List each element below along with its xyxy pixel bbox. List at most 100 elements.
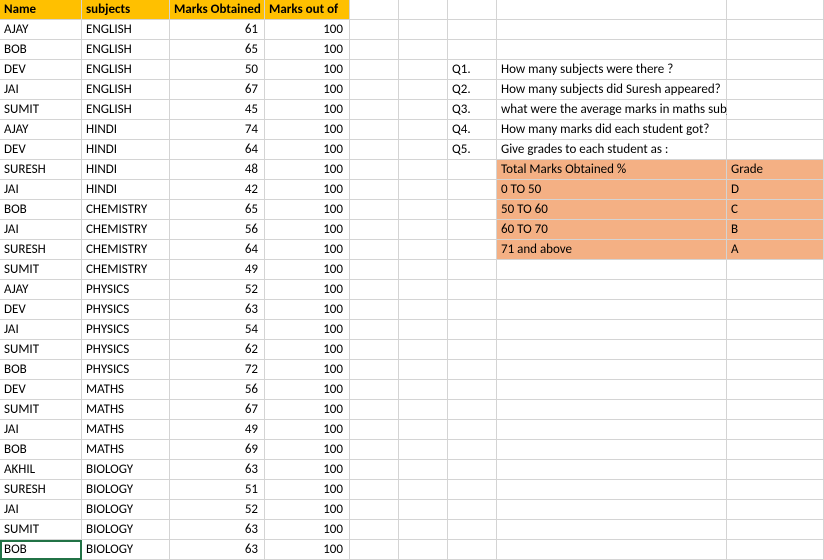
cell[interactable] <box>727 40 824 60</box>
cell[interactable]: AJAY <box>0 120 82 140</box>
cell[interactable] <box>497 400 727 420</box>
cell[interactable] <box>350 20 399 40</box>
cell[interactable] <box>350 480 399 500</box>
cell[interactable] <box>350 240 399 260</box>
cell[interactable] <box>350 160 399 180</box>
cell[interactable]: B <box>727 220 824 240</box>
cell[interactable] <box>727 420 824 440</box>
cell[interactable] <box>448 540 497 560</box>
cell[interactable] <box>399 140 448 160</box>
cell[interactable]: Q2. <box>448 80 497 100</box>
cell[interactable]: CHEMISTRY <box>82 240 170 260</box>
cell[interactable]: 45 <box>170 100 265 120</box>
cell[interactable] <box>448 320 497 340</box>
cell[interactable] <box>350 260 399 280</box>
cell[interactable]: 100 <box>265 280 350 300</box>
cell[interactable] <box>497 360 727 380</box>
spreadsheet-grid[interactable]: NamesubjectsMarks ObtainedMarks out ofAJ… <box>0 0 824 560</box>
cell[interactable]: MATHS <box>82 420 170 440</box>
cell[interactable]: HINDI <box>82 120 170 140</box>
cell[interactable] <box>399 200 448 220</box>
cell[interactable] <box>399 500 448 520</box>
cell[interactable] <box>350 300 399 320</box>
cell[interactable]: 56 <box>170 380 265 400</box>
cell[interactable]: 100 <box>265 140 350 160</box>
cell[interactable]: 65 <box>170 200 265 220</box>
cell[interactable] <box>448 40 497 60</box>
cell[interactable] <box>497 520 727 540</box>
cell[interactable]: 54 <box>170 320 265 340</box>
cell[interactable]: 100 <box>265 80 350 100</box>
cell[interactable]: 100 <box>265 180 350 200</box>
cell[interactable] <box>497 440 727 460</box>
cell[interactable] <box>497 20 727 40</box>
cell[interactable]: 49 <box>170 420 265 440</box>
cell[interactable] <box>448 440 497 460</box>
cell[interactable] <box>497 500 727 520</box>
cell[interactable]: JAI <box>0 220 82 240</box>
cell[interactable] <box>350 80 399 100</box>
cell[interactable]: CHEMISTRY <box>82 220 170 240</box>
cell[interactable] <box>399 260 448 280</box>
cell[interactable] <box>727 400 824 420</box>
cell[interactable] <box>448 240 497 260</box>
cell[interactable] <box>727 60 824 80</box>
cell[interactable] <box>350 40 399 60</box>
cell[interactable] <box>448 200 497 220</box>
cell[interactable] <box>448 220 497 240</box>
cell[interactable]: 100 <box>265 240 350 260</box>
cell[interactable]: 100 <box>265 400 350 420</box>
cell[interactable] <box>399 480 448 500</box>
cell[interactable]: BOB <box>0 440 82 460</box>
cell[interactable]: 100 <box>265 220 350 240</box>
cell[interactable]: HINDI <box>82 160 170 180</box>
cell[interactable]: BIOLOGY <box>82 460 170 480</box>
cell[interactable]: BOB <box>0 540 82 560</box>
cell[interactable]: 49 <box>170 260 265 280</box>
cell[interactable] <box>350 380 399 400</box>
cell[interactable] <box>350 200 399 220</box>
cell[interactable] <box>727 80 824 100</box>
cell[interactable] <box>448 420 497 440</box>
cell[interactable] <box>399 440 448 460</box>
cell[interactable] <box>727 540 824 560</box>
cell[interactable]: 67 <box>170 80 265 100</box>
cell[interactable]: 50 <box>170 60 265 80</box>
cell[interactable]: HINDI <box>82 180 170 200</box>
cell[interactable]: 56 <box>170 220 265 240</box>
cell[interactable] <box>448 400 497 420</box>
cell[interactable]: AKHIL <box>0 460 82 480</box>
cell[interactable]: CHEMISTRY <box>82 260 170 280</box>
cell[interactable] <box>448 260 497 280</box>
cell[interactable] <box>497 540 727 560</box>
cell[interactable] <box>399 20 448 40</box>
cell[interactable]: 72 <box>170 360 265 380</box>
cell[interactable]: MATHS <box>82 440 170 460</box>
cell[interactable] <box>399 100 448 120</box>
cell[interactable]: ENGLISH <box>82 80 170 100</box>
cell[interactable] <box>727 380 824 400</box>
cell[interactable]: MATHS <box>82 400 170 420</box>
cell[interactable] <box>497 380 727 400</box>
cell[interactable]: Q5. <box>448 140 497 160</box>
cell[interactable]: How many subjects did Suresh appeared? <box>497 80 727 100</box>
cell[interactable] <box>399 520 448 540</box>
column-header[interactable] <box>497 0 727 20</box>
cell[interactable] <box>727 340 824 360</box>
cell[interactable] <box>350 180 399 200</box>
cell[interactable]: 100 <box>265 300 350 320</box>
cell[interactable]: D <box>727 180 824 200</box>
cell[interactable]: ENGLISH <box>82 60 170 80</box>
cell[interactable]: Give grades to each student as : <box>497 140 727 160</box>
cell[interactable]: SUMIT <box>0 520 82 540</box>
cell[interactable]: 71 and above <box>497 240 727 260</box>
cell[interactable] <box>497 320 727 340</box>
cell[interactable]: 100 <box>265 520 350 540</box>
cell[interactable] <box>399 80 448 100</box>
cell[interactable] <box>727 360 824 380</box>
cell[interactable]: 63 <box>170 540 265 560</box>
cell[interactable] <box>497 300 727 320</box>
cell[interactable]: BOB <box>0 200 82 220</box>
cell[interactable] <box>350 220 399 240</box>
cell[interactable]: 100 <box>265 500 350 520</box>
